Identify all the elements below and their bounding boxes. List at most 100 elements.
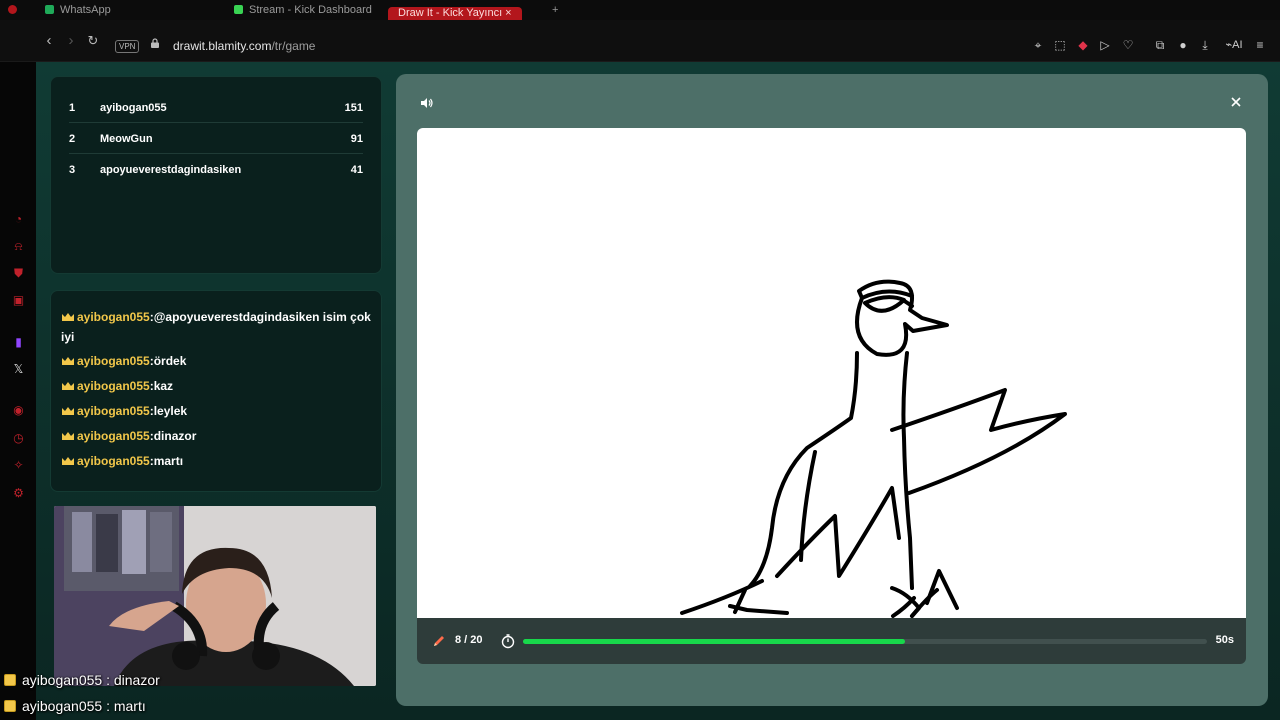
chat-message: ayibogan055:@apoyueverestdagindasiken is… — [61, 307, 373, 347]
pencil-icon — [434, 636, 444, 646]
leaderboard-row: 2 MeowGun 91 — [69, 124, 363, 154]
pin-icon[interactable]: ⌖ — [1031, 38, 1045, 52]
tab-label: WhatsApp — [60, 4, 111, 16]
url-path: /tr/game — [271, 39, 316, 53]
round-counter: 8 / 20 — [455, 634, 483, 646]
player-score: 41 — [350, 164, 363, 176]
chat-text: :martı — [149, 454, 184, 468]
chat-username: ayibogan055 — [77, 429, 150, 443]
round-status-bar: 8 / 20 50s — [417, 618, 1246, 664]
webcam-overlay — [54, 506, 376, 686]
chat-message: ayibogan055:martı — [61, 451, 373, 471]
leaderboard-row: 3 apoyueverestdagindasiken 41 — [69, 155, 363, 185]
tab-draw-it[interactable]: Draw It - Kick Yayıncı × — [388, 7, 522, 20]
reload-button[interactable]: ↻ — [84, 32, 102, 50]
time-progress-track — [523, 639, 1207, 644]
chat-text: :dinazor — [149, 429, 197, 443]
tab-label: Draw It - Kick Yayıncı — [398, 7, 503, 19]
drawing-canvas[interactable] — [417, 128, 1246, 618]
timer-icon — [501, 634, 515, 649]
x-icon[interactable]: 𝕏 — [11, 362, 26, 377]
clock-icon[interactable]: ◷ — [11, 431, 26, 446]
crown-icon — [62, 357, 74, 365]
overlay-chat-line: ayibogan055 : martı — [4, 698, 146, 714]
chat-message: ayibogan055:dinazor — [61, 426, 373, 446]
heart-icon[interactable]: ♡ — [1121, 38, 1135, 52]
overlay-chat-text: ayibogan055 : martı — [22, 698, 146, 714]
leaderboard-row: 1 ayibogan055 151 — [69, 93, 363, 123]
game-page: 1 ayibogan055 151 2 MeowGun 91 3 apoyuev… — [36, 62, 1280, 720]
game-panel: 8 / 20 50s — [396, 74, 1268, 706]
tab-label: Stream - Kick Dashboard — [249, 4, 372, 16]
history-icon[interactable]: ◔ — [11, 212, 26, 227]
player-score: 151 — [344, 102, 363, 114]
crown-icon — [62, 432, 74, 440]
player-name: ayibogan055 — [100, 102, 167, 114]
bell-icon[interactable]: ⍾ — [11, 239, 26, 254]
chat-icon[interactable]: ▣ — [11, 293, 26, 308]
crown-icon — [4, 674, 16, 686]
time-remaining: 50s — [1215, 634, 1234, 646]
chat-username: ayibogan055 — [77, 454, 150, 468]
url-field[interactable]: drawit.blamity.com/tr/game — [173, 39, 315, 53]
puzzle-icon[interactable]: ✧ — [11, 458, 26, 473]
browser-menu-icon[interactable] — [8, 4, 23, 20]
record-icon[interactable]: ◉ — [11, 403, 26, 418]
player-rank: 2 — [69, 133, 76, 145]
chat-message: ayibogan055:ördek — [61, 351, 373, 371]
crown-icon — [62, 407, 74, 415]
chat-message: ayibogan055:kaz — [61, 376, 373, 396]
player-rank: 3 — [69, 164, 76, 176]
menu-icon[interactable]: ≡ — [1253, 38, 1267, 52]
ai-button[interactable]: ⌁AI — [1221, 38, 1247, 52]
guess-chat-panel: ayibogan055:@apoyueverestdagindasiken is… — [50, 290, 382, 492]
close-icon[interactable] — [1230, 96, 1242, 108]
settings-icon[interactable]: ⚙ — [11, 486, 26, 501]
shield-icon[interactable]: ⛊ — [11, 266, 26, 281]
back-button[interactable]: ‹ — [40, 32, 58, 50]
twitch-icon[interactable]: ▮ — [11, 335, 26, 350]
chat-text: :leylek — [149, 404, 188, 418]
player-score: 91 — [350, 133, 363, 145]
browser-tab-bar: WhatsApp Stream - Kick Dashboard Draw It… — [0, 0, 1280, 20]
streamer-webcam-image — [54, 506, 376, 686]
crown-icon — [62, 457, 74, 465]
whatsapp-icon — [45, 5, 54, 14]
chat-username: ayibogan055 — [77, 379, 150, 393]
crown-icon — [62, 382, 74, 390]
crown-icon — [62, 313, 74, 321]
ai-label: AI — [1232, 39, 1243, 51]
profile-icon[interactable]: ● — [1176, 38, 1190, 52]
chat-username: ayibogan055 — [77, 404, 150, 418]
crown-icon — [4, 700, 16, 712]
overlay-chat-text: ayibogan055 : dinazor — [22, 672, 160, 688]
overlay-chat-line: ayibogan055 : dinazor — [4, 672, 160, 688]
player-rank: 1 — [69, 102, 76, 114]
player-name: apoyueverestdagindasiken — [100, 164, 242, 176]
vpn-badge[interactable]: VPN — [115, 40, 140, 53]
chat-text: :kaz — [149, 379, 174, 393]
player-name: MeowGun — [100, 133, 153, 145]
play-icon[interactable]: ▷ — [1098, 38, 1112, 52]
url-host: drawit.blamity.com — [173, 39, 272, 53]
chat-username: ayibogan055 — [77, 310, 150, 324]
new-tab-button[interactable]: + — [552, 4, 558, 20]
chat-text: :ördek — [149, 354, 187, 368]
pocket-icon[interactable]: ◆ — [1076, 38, 1090, 52]
chat-username: ayibogan055 — [77, 354, 150, 368]
kick-icon — [234, 5, 243, 14]
forward-button[interactable]: › — [62, 32, 80, 50]
download-icon[interactable]: ⤓ — [1198, 38, 1212, 52]
browser-sidebar: ◔ ⍾ ⛊ ▣ ▮ 𝕏 ◉ ◷ ✧ ⚙ — [0, 62, 36, 720]
volume-icon[interactable] — [420, 96, 434, 110]
lock-icon[interactable] — [150, 38, 160, 48]
tab-kick-dashboard[interactable]: Stream - Kick Dashboard — [234, 4, 372, 20]
screenshot-icon[interactable]: ⬚ — [1053, 38, 1067, 52]
leaderboard-panel: 1 ayibogan055 151 2 MeowGun 91 3 apoyuev… — [50, 76, 382, 274]
address-bar: ‹ › ↻ VPN drawit.blamity.com/tr/game ⌖ ⬚… — [0, 20, 1280, 62]
chat-message: ayibogan055:leylek — [61, 401, 373, 421]
tab-whatsapp[interactable]: WhatsApp — [45, 4, 111, 20]
drawing-strokes — [680, 279, 1067, 618]
time-progress-fill — [523, 639, 905, 644]
extensions-icon[interactable]: ⧉ — [1153, 38, 1167, 52]
